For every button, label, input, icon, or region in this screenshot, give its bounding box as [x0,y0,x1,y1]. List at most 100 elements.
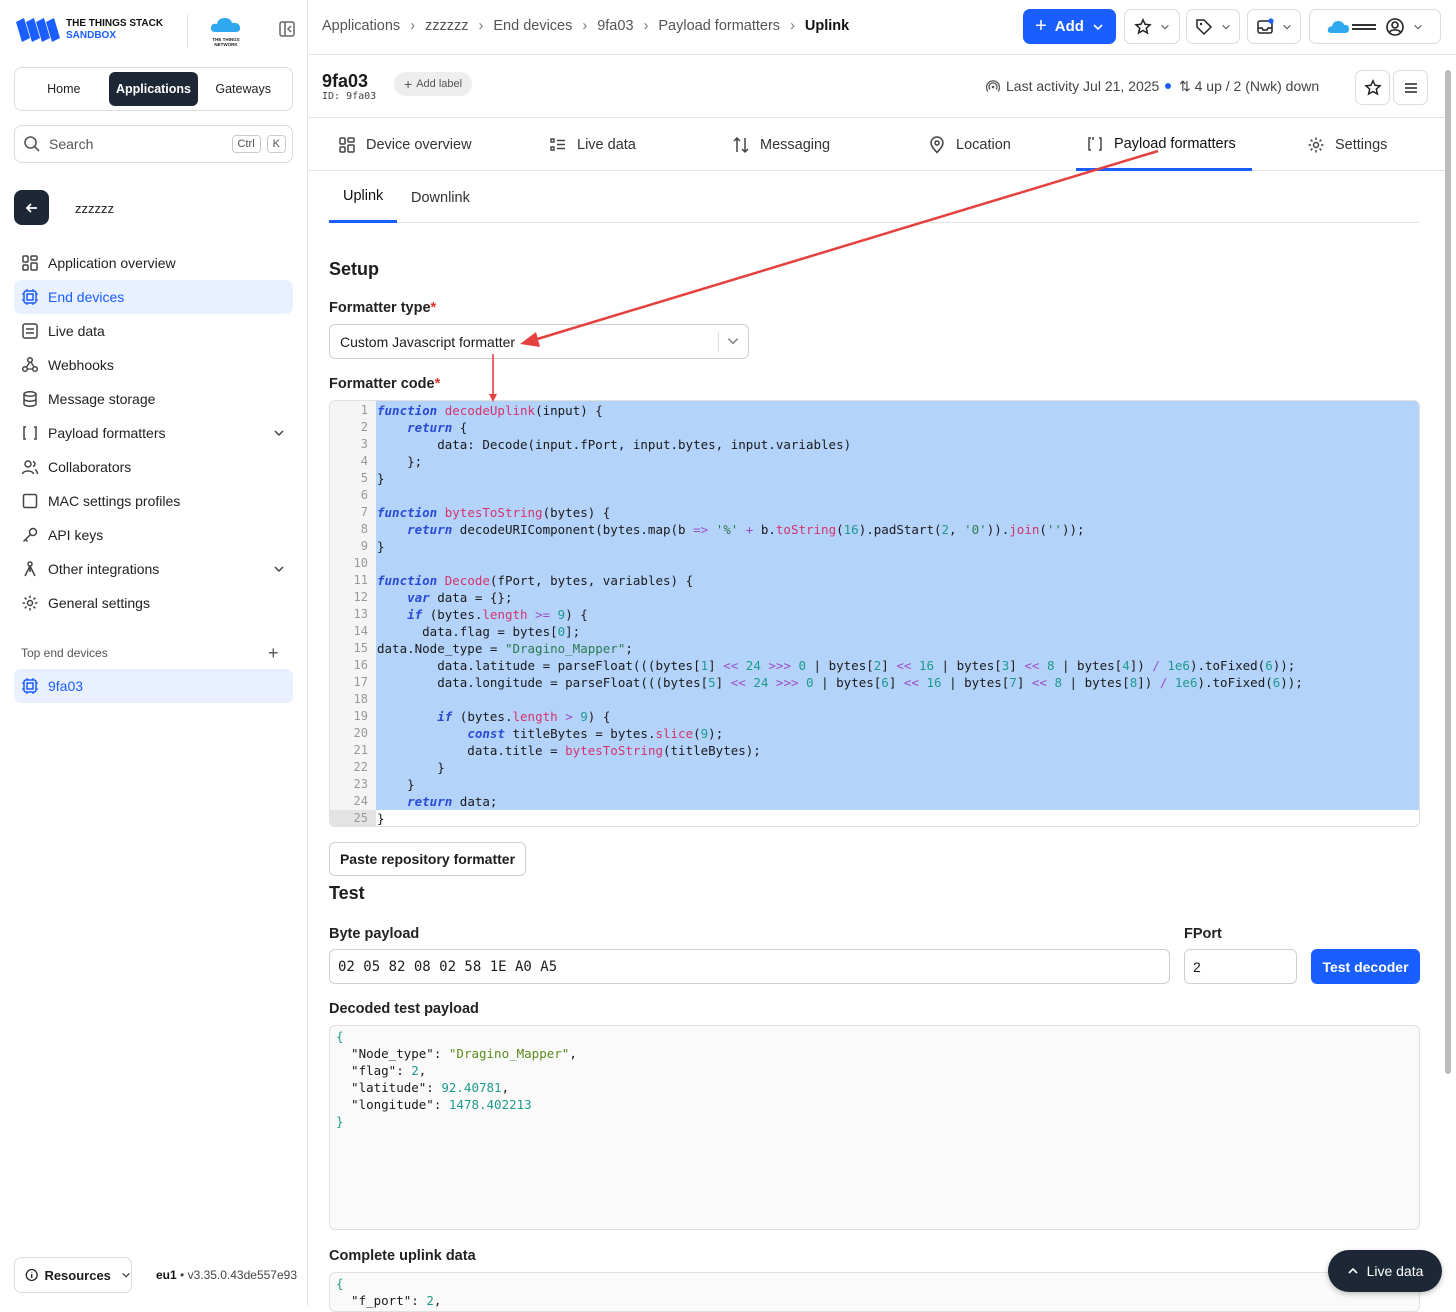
nav-applications[interactable]: Applications [108,72,199,106]
page-scrollbar[interactable] [1443,58,1453,1306]
star-icon [1134,17,1152,34]
tab-payload-formatters[interactable]: Payload formatters [1076,119,1252,171]
json-line: "latitude": 92.40781, [336,1080,510,1095]
json-line: "flag": 2, [336,1063,427,1078]
tab-uplink[interactable]: Uplink [329,172,398,223]
paste-repository-formatter-button[interactable]: Paste repository formatter [329,842,526,876]
code-line: data.Node_type = "Dragino_Mapper"; [377,641,633,656]
back-button[interactable] [14,190,49,225]
setup-heading: Setup [329,259,380,279]
line-number: 23 [353,777,368,791]
json-line: { [336,1276,344,1291]
breadcrumb-payload-formatters[interactable]: Payload formatters [658,18,780,34]
bookmark-device-button[interactable] [1355,70,1390,105]
sidebar-item-label: MAC settings profiles [48,493,181,509]
ttn-logo: THE THINGS NETWORK [210,16,246,47]
kbd-k: K [266,135,286,153]
live-data-button[interactable]: Live data [1328,1250,1442,1292]
json-line: "f_port": 2, [336,1293,442,1308]
sidebar-item-payload-formatters[interactable]: Payload formatters [14,416,293,450]
sidebar-item-label: Webhooks [48,357,114,373]
map-pin-icon [930,136,944,154]
sidebar-item-mac-settings-profiles[interactable]: MAC settings profiles [14,484,293,518]
add-label-button[interactable]: + Add label [394,72,473,96]
sidebar-item-collaborators[interactable]: Collaborators [14,450,293,484]
byte-payload-input[interactable]: 02 05 82 08 02 58 1E A0 A5 [329,949,1170,984]
sidebar-item-other-integrations[interactable]: Other integrations [14,552,293,586]
chevron-down-icon [727,338,739,345]
line-number: 6 [360,488,368,502]
last-activity-text: Last activity Jul 21, 2025 [1006,78,1160,94]
breadcrumb-end-devices[interactable]: End devices [493,18,572,34]
notifications-button[interactable] [1247,9,1301,44]
add-device-icon[interactable]: + [268,643,279,664]
breadcrumb-device[interactable]: 9fa03 [597,18,633,34]
traffic-info: ⇅ 4 up / 2 (Nwk) down [1179,78,1319,95]
bookmarks-button[interactable] [1124,9,1180,44]
list-icon [22,323,38,339]
add-button[interactable]: + Add [1023,9,1116,44]
signal-icon [986,80,1000,92]
ttn-cloud-icon [1327,20,1376,33]
sidebar-item-label: Message storage [48,391,156,407]
tab-settings[interactable]: Settings [1307,119,1387,171]
nav-gateways[interactable]: Gateways [198,72,288,106]
divider [187,14,188,48]
sidebar-item-label: Live data [48,323,105,339]
tab-location[interactable]: Location [928,119,1011,171]
device-menu-button[interactable] [1393,70,1428,105]
brand: THE THINGS STACK SANDBOX THE THINGS NETW… [14,14,308,50]
formatter-type-select[interactable]: Custom Javascript formatter [329,324,749,359]
code-line: } [377,471,385,486]
sidebar-item-label: API keys [48,527,104,543]
version-info: eu1 • v3.35.0.43de557e93 [156,1268,297,1282]
sidebar: THE THINGS STACK SANDBOX THE THINGS NETW… [0,0,308,1306]
complete-uplink-output: { "f_port": 2, [329,1272,1420,1312]
star-icon [1363,78,1382,95]
sidebar-item-api-keys[interactable]: API keys [14,518,293,552]
code-line: function Decode(fPort, bytes, variables)… [377,573,694,588]
tab-live-data[interactable]: Live data [549,119,636,171]
sidebar-item-live-data[interactable]: Live data [14,314,293,348]
scrollbar-thumb[interactable] [1445,70,1451,1074]
profile-button[interactable] [1309,9,1441,44]
plus-icon: + [1035,15,1047,37]
tab-downlink[interactable]: Downlink [397,172,484,223]
search-placeholder: Search [49,136,94,152]
formatter-code-editor[interactable]: 1 function decodeUplink(input) {2 return … [329,400,1420,827]
square-icon [22,493,38,509]
tab-device-overview[interactable]: Device overview [338,119,472,171]
line-number: 20 [353,726,368,740]
line-number: 12 [353,590,368,604]
code-icon [23,426,37,440]
sidebar-item-end-devices[interactable]: End devices [14,280,293,314]
test-decoder-button[interactable]: Test decoder [1311,949,1420,984]
search-input[interactable]: Search Ctrl K [14,125,293,163]
code-line: if (bytes.length >= 9) { [407,607,588,622]
line-number: 8 [360,522,368,536]
formatter-type-label-text: Formatter type [329,300,431,316]
nav-home[interactable]: Home [19,72,109,106]
breadcrumb-app[interactable]: zzzzzz [425,18,469,34]
device-label: 9fa03 [48,678,84,694]
line-number: 1 [360,403,368,417]
line-number: 15 [353,641,368,655]
line-number: 9 [360,539,368,553]
sidebar-item-application-overview[interactable]: Application overview [14,246,293,280]
sidebar-item-device[interactable]: 9fa03 [14,669,293,703]
menu-icon [1404,82,1417,93]
tab-label: Live data [577,137,636,153]
tags-button[interactable] [1186,9,1240,44]
sidebar-item-message-storage[interactable]: Message storage [14,382,293,416]
breadcrumb-applications[interactable]: Applications [322,18,400,34]
top-bar: Applications › zzzzzz › End devices › 9fa03… [308,0,1456,55]
tab-messaging[interactable]: Messaging [732,119,830,171]
sidebar-item-general-settings[interactable]: General settings [14,586,293,620]
code-line: data: Decode(input.fPort, input.bytes, i… [377,437,852,452]
sidebar-collapse-icon[interactable] [278,20,296,38]
sidebar-item-webhooks[interactable]: Webhooks [14,348,293,382]
chip-icon [22,289,38,305]
fport-input[interactable]: 2 [1184,949,1297,984]
line-number: 25 [330,810,376,826]
resources-button[interactable]: Resources [14,1257,132,1293]
